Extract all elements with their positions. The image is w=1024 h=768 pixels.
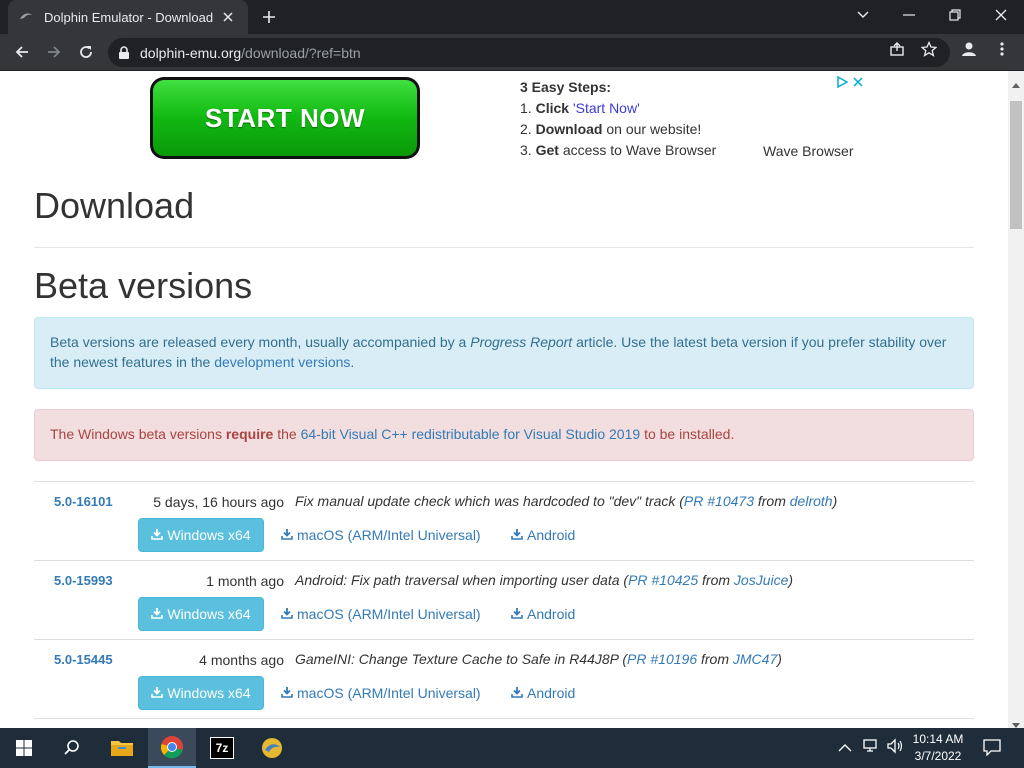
download-windows-button[interactable]: Windows x64 (138, 676, 264, 710)
page-viewport: START NOW 3 Easy Steps: 1. Click 'Start … (0, 71, 1008, 728)
download-macos-link[interactable]: macOS (ARM/Intel Universal) (281, 685, 481, 701)
address-bar[interactable]: dolphin-emu.org/download/?ref=btn (108, 38, 950, 67)
dolphin-app-icon[interactable] (248, 728, 296, 768)
download-icon (511, 685, 523, 701)
tray-overflow-icon[interactable] (838, 740, 852, 758)
vcredist-link[interactable]: 64-bit Visual C++ redistributable for Vi… (301, 426, 641, 442)
download-windows-button[interactable]: Windows x64 (138, 518, 264, 552)
file-explorer-icon[interactable] (98, 728, 146, 768)
download-icon (281, 606, 293, 622)
windows-taskbar: 7z 10:14 AM 3/7/2022 (0, 728, 1024, 768)
start-windows-icon[interactable] (0, 728, 48, 768)
download-android-link[interactable]: Android (511, 527, 575, 543)
table-row: 5.0-15993 1 month ago Android: Fix path … (34, 560, 974, 639)
lock-icon (118, 45, 130, 60)
ad-choices[interactable] (836, 75, 864, 93)
page-scrollbar[interactable] (1008, 71, 1024, 728)
browser-toolbar: dolphin-emu.org/download/?ref=btn (0, 34, 1024, 71)
info-alert: Beta versions are released every month, … (34, 317, 974, 389)
ad-steps-heading: 3 Easy Steps: (520, 79, 612, 95)
tab-search-icon[interactable] (840, 0, 886, 30)
dolphin-icon (18, 9, 34, 25)
section-title: Beta versions (34, 265, 253, 306)
clock-time: 10:14 AM (912, 732, 964, 746)
version-link[interactable]: 5.0-15445 (54, 652, 113, 667)
download-icon (511, 527, 523, 543)
ad-close-icon[interactable] (852, 75, 864, 93)
scroll-thumb[interactable] (1010, 101, 1022, 229)
download-icon (151, 527, 164, 543)
release-time: 4 months ago (199, 652, 284, 668)
restore-icon[interactable] (932, 0, 978, 30)
pr-link[interactable]: PR #10425 (628, 572, 698, 588)
sevenzip-icon[interactable]: 7z (198, 728, 246, 768)
search-icon[interactable] (48, 728, 96, 768)
author-link[interactable]: JosJuice (734, 572, 788, 588)
table-row: 5.0-16101 5 days, 16 hours ago Fix manua… (34, 481, 974, 560)
commit-description: GameINI: Change Texture Cache to Safe in… (295, 651, 782, 667)
divider (34, 247, 974, 248)
volume-icon[interactable] (886, 738, 904, 759)
reload-icon[interactable] (72, 38, 100, 66)
table-row: 5.0-15445 4 months ago GameINI: Change T… (34, 639, 974, 718)
adchoices-icon[interactable] (836, 75, 849, 93)
kebab-menu-icon[interactable] (993, 40, 1011, 58)
download-android-link[interactable]: Android (511, 606, 575, 622)
page-title: Download (34, 185, 195, 226)
close-window-icon[interactable] (978, 0, 1024, 30)
release-time: 5 days, 16 hours ago (153, 494, 284, 510)
notifications-icon[interactable] (982, 738, 1002, 761)
clock-date: 3/7/2022 (914, 749, 962, 763)
download-icon (281, 527, 293, 543)
release-time: 1 month ago (206, 573, 284, 589)
ad-step-1: 1. Click 'Start Now' (520, 100, 640, 116)
chrome-taskbar-icon[interactable] (148, 728, 196, 768)
version-link[interactable]: 5.0-16101 (54, 494, 113, 509)
download-macos-link[interactable]: macOS (ARM/Intel Universal) (281, 527, 481, 543)
new-tab-icon[interactable] (256, 5, 282, 29)
download-icon (151, 685, 164, 701)
back-icon[interactable] (8, 38, 36, 66)
tab-title: Dolphin Emulator - Download (44, 9, 214, 25)
ad-brand: Wave Browser (763, 143, 854, 159)
network-icon[interactable] (862, 738, 880, 759)
ad-steps: 3 Easy Steps: 1. Click 'Start Now' 2. Do… (520, 77, 716, 161)
forward-icon[interactable] (40, 38, 68, 66)
minimize-icon[interactable] (886, 0, 932, 30)
ad-step-2: 2. Download on our website! (520, 121, 702, 137)
url-path: /download/?ref=btn (241, 44, 361, 61)
commit-description: Fix manual update check which was hardco… (295, 493, 838, 509)
browser-tab[interactable]: Dolphin Emulator - Download (8, 0, 248, 34)
author-link[interactable]: JMC47 (733, 651, 777, 667)
pr-link[interactable]: PR #10196 (627, 651, 697, 667)
download-android-link[interactable]: Android (511, 685, 575, 701)
download-icon (511, 606, 523, 622)
ad-step-3: 3. Get access to Wave Browser (520, 142, 717, 158)
profile-icon[interactable] (960, 40, 978, 58)
url-host: dolphin-emu.org (140, 44, 242, 61)
pr-link[interactable]: PR #10473 (684, 493, 754, 509)
download-icon (151, 606, 164, 622)
system-clock[interactable]: 10:14 AM 3/7/2022 (906, 731, 970, 765)
download-icon (281, 685, 293, 701)
table-row (34, 718, 974, 728)
close-tab-icon[interactable] (218, 7, 238, 27)
ad-start-now-label: START NOW (153, 80, 417, 156)
download-macos-link[interactable]: macOS (ARM/Intel Universal) (281, 606, 481, 622)
scroll-up-arrow-icon[interactable] (1012, 75, 1020, 93)
version-link[interactable]: 5.0-15993 (54, 573, 113, 588)
share-icon[interactable] (888, 40, 906, 58)
ad-start-now-button[interactable]: START NOW (150, 77, 420, 159)
bookmark-star-icon[interactable] (920, 40, 938, 58)
requirement-alert: The Windows beta versions require the 64… (34, 409, 974, 461)
author-link[interactable]: delroth (790, 493, 833, 509)
browser-titlebar: Dolphin Emulator - Download (0, 0, 1024, 34)
commit-description: Android: Fix path traversal when importi… (295, 572, 794, 588)
development-versions-link[interactable]: development versions (214, 354, 350, 370)
download-windows-button[interactable]: Windows x64 (138, 597, 264, 631)
